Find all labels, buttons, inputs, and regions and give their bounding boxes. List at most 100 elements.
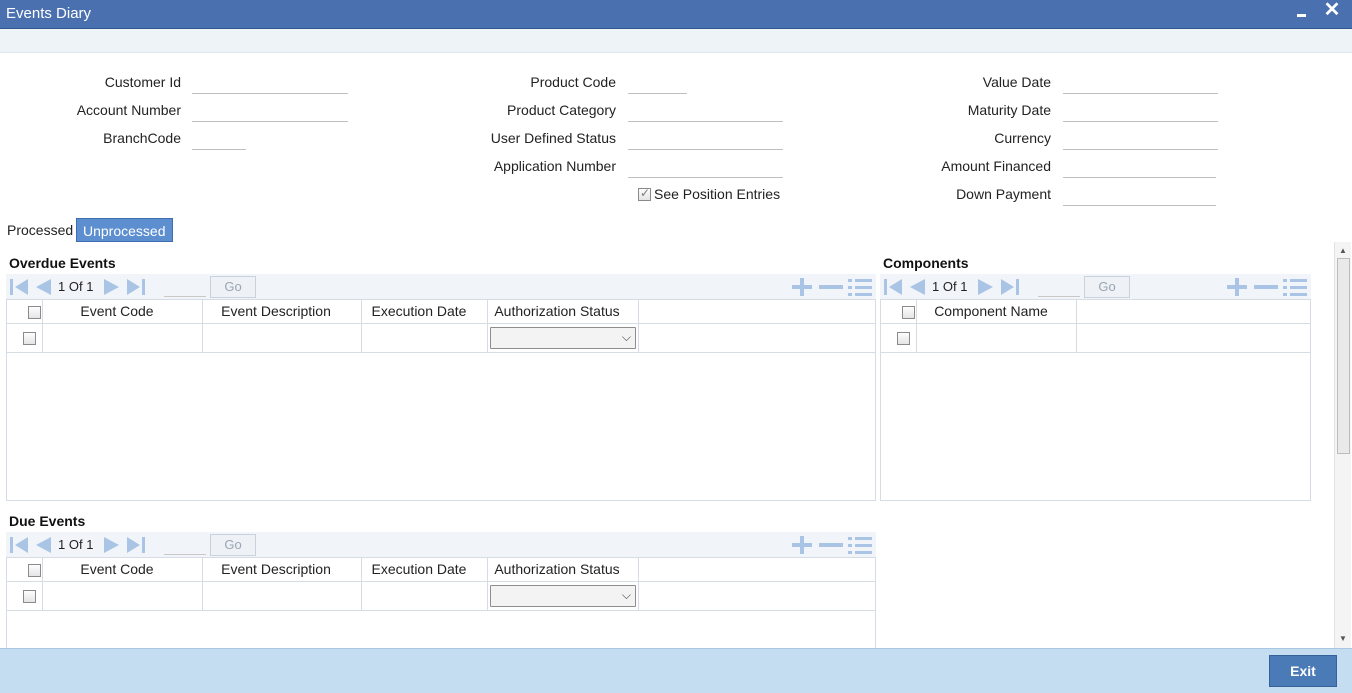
column-header[interactable]: Execution Date: [362, 303, 476, 319]
overdue-page-indicator: 1 Of 1: [58, 279, 94, 294]
branch-code-label: BranchCode: [103, 130, 181, 146]
previous-page-icon[interactable]: [906, 277, 928, 297]
amount-financed-label: Amount Financed: [941, 158, 1051, 174]
product-category-field[interactable]: [628, 100, 783, 122]
single-view-icon[interactable]: [847, 277, 873, 297]
down-payment-label: Down Payment: [956, 186, 1051, 202]
components-title: Components: [883, 255, 969, 271]
column-header[interactable]: Event Code: [43, 561, 191, 577]
components-grid-header: Component Name: [881, 300, 1310, 324]
tab-processed[interactable]: Processed: [1, 218, 79, 242]
scrollbar-thumb[interactable]: [1337, 258, 1350, 454]
authorization-status-select[interactable]: ⌵: [490, 327, 636, 349]
single-view-icon[interactable]: [1282, 277, 1308, 297]
column-header[interactable]: Authorization Status: [488, 303, 626, 319]
due-go-button[interactable]: Go: [210, 534, 256, 556]
branch-code-field[interactable]: [192, 128, 246, 150]
currency-label: Currency: [994, 130, 1051, 146]
add-row-icon[interactable]: [790, 535, 814, 555]
overdue-events-navbar: 1 Of 1 Go: [6, 274, 876, 300]
value-date-field[interactable]: [1063, 72, 1218, 94]
customer-id-label: Customer Id: [104, 74, 181, 90]
components-go-button[interactable]: Go: [1084, 276, 1130, 298]
value-date-label: Value Date: [982, 74, 1051, 90]
previous-page-icon[interactable]: [32, 277, 54, 297]
exit-button[interactable]: Exit: [1269, 655, 1337, 687]
vertical-scrollbar[interactable]: ▲ ▼: [1334, 242, 1351, 648]
scroll-up-icon[interactable]: ▲: [1339, 246, 1347, 255]
delete-row-icon[interactable]: [1253, 277, 1279, 297]
column-header[interactable]: Execution Date: [362, 561, 476, 577]
row-checkbox[interactable]: [897, 332, 910, 345]
product-code-field[interactable]: [628, 72, 687, 94]
next-page-icon[interactable]: [975, 277, 997, 297]
toolbar-strip: [0, 29, 1352, 53]
add-row-icon[interactable]: [790, 277, 814, 297]
next-page-icon[interactable]: [101, 277, 123, 297]
application-number-label: Application Number: [493, 158, 616, 174]
authorization-status-select[interactable]: ⌵: [490, 585, 636, 607]
due-page-indicator: 1 Of 1: [58, 537, 94, 552]
chevron-down-icon: ⌵: [621, 330, 631, 344]
row-checkbox[interactable]: [23, 590, 36, 603]
chevron-down-icon: ⌵: [621, 588, 631, 602]
table-row[interactable]: ⌵: [7, 324, 875, 353]
window-titlebar: Events Diary ✕: [0, 0, 1352, 29]
components-page-indicator: 1 Of 1: [932, 279, 968, 294]
overdue-page-input[interactable]: [164, 277, 206, 297]
column-header[interactable]: Event Code: [43, 303, 191, 319]
application-number-field[interactable]: [628, 156, 783, 178]
due-events-title: Due Events: [9, 513, 86, 529]
components-grid: Component Name: [880, 299, 1311, 501]
due-grid-header: Event Code Event Description Execution D…: [7, 558, 875, 582]
select-all-checkbox[interactable]: [28, 306, 41, 319]
add-row-icon[interactable]: [1225, 277, 1249, 297]
select-all-checkbox[interactable]: [28, 564, 41, 577]
currency-field[interactable]: [1063, 128, 1218, 150]
due-events-navbar: 1 Of 1 Go: [6, 532, 876, 558]
last-page-icon[interactable]: [125, 277, 147, 297]
first-page-icon[interactable]: [8, 535, 30, 555]
select-all-checkbox[interactable]: [902, 306, 915, 319]
minimize-icon[interactable]: [1294, 6, 1310, 22]
row-checkbox[interactable]: [23, 332, 36, 345]
overdue-events-title: Overdue Events: [9, 255, 116, 271]
table-row[interactable]: ⌵: [7, 582, 875, 611]
first-page-icon[interactable]: [8, 277, 30, 297]
components-navbar: 1 Of 1 Go: [880, 274, 1311, 300]
due-page-input[interactable]: [164, 535, 206, 555]
single-view-icon[interactable]: [847, 535, 873, 555]
customer-id-field[interactable]: [192, 72, 348, 94]
down-payment-field[interactable]: [1063, 184, 1216, 206]
product-code-label: Product Code: [530, 74, 616, 90]
user-defined-status-field[interactable]: [628, 128, 783, 150]
overdue-grid-header: Event Code Event Description Execution D…: [7, 300, 875, 324]
components-page-input[interactable]: [1038, 277, 1080, 297]
tab-unprocessed[interactable]: Unprocessed: [76, 218, 173, 242]
overdue-go-button[interactable]: Go: [210, 276, 256, 298]
next-page-icon[interactable]: [101, 535, 123, 555]
first-page-icon[interactable]: [882, 277, 904, 297]
due-events-grid: Event Code Event Description Execution D…: [6, 557, 876, 648]
window-title: Events Diary: [6, 5, 92, 22]
scroll-down-icon[interactable]: ▼: [1339, 634, 1347, 643]
delete-row-icon[interactable]: [818, 535, 844, 555]
close-icon[interactable]: ✕: [1322, 0, 1342, 22]
product-category-label: Product Category: [507, 102, 616, 118]
column-header[interactable]: Component Name: [917, 303, 1065, 319]
maturity-date-field[interactable]: [1063, 100, 1218, 122]
see-position-entries-label: See Position Entries: [654, 186, 781, 202]
footer-bar: Exit: [0, 648, 1352, 693]
amount-financed-field[interactable]: [1063, 156, 1216, 178]
column-header[interactable]: Event Description: [202, 561, 350, 577]
column-header[interactable]: Authorization Status: [488, 561, 626, 577]
column-header[interactable]: Event Description: [202, 303, 350, 319]
delete-row-icon[interactable]: [818, 277, 844, 297]
last-page-icon[interactable]: [125, 535, 147, 555]
table-row[interactable]: [881, 324, 1310, 353]
account-number-field[interactable]: [192, 100, 348, 122]
user-defined-status-label: User Defined Status: [490, 130, 616, 146]
see-position-entries-checkbox[interactable]: [638, 186, 651, 201]
last-page-icon[interactable]: [999, 277, 1021, 297]
previous-page-icon[interactable]: [32, 535, 54, 555]
